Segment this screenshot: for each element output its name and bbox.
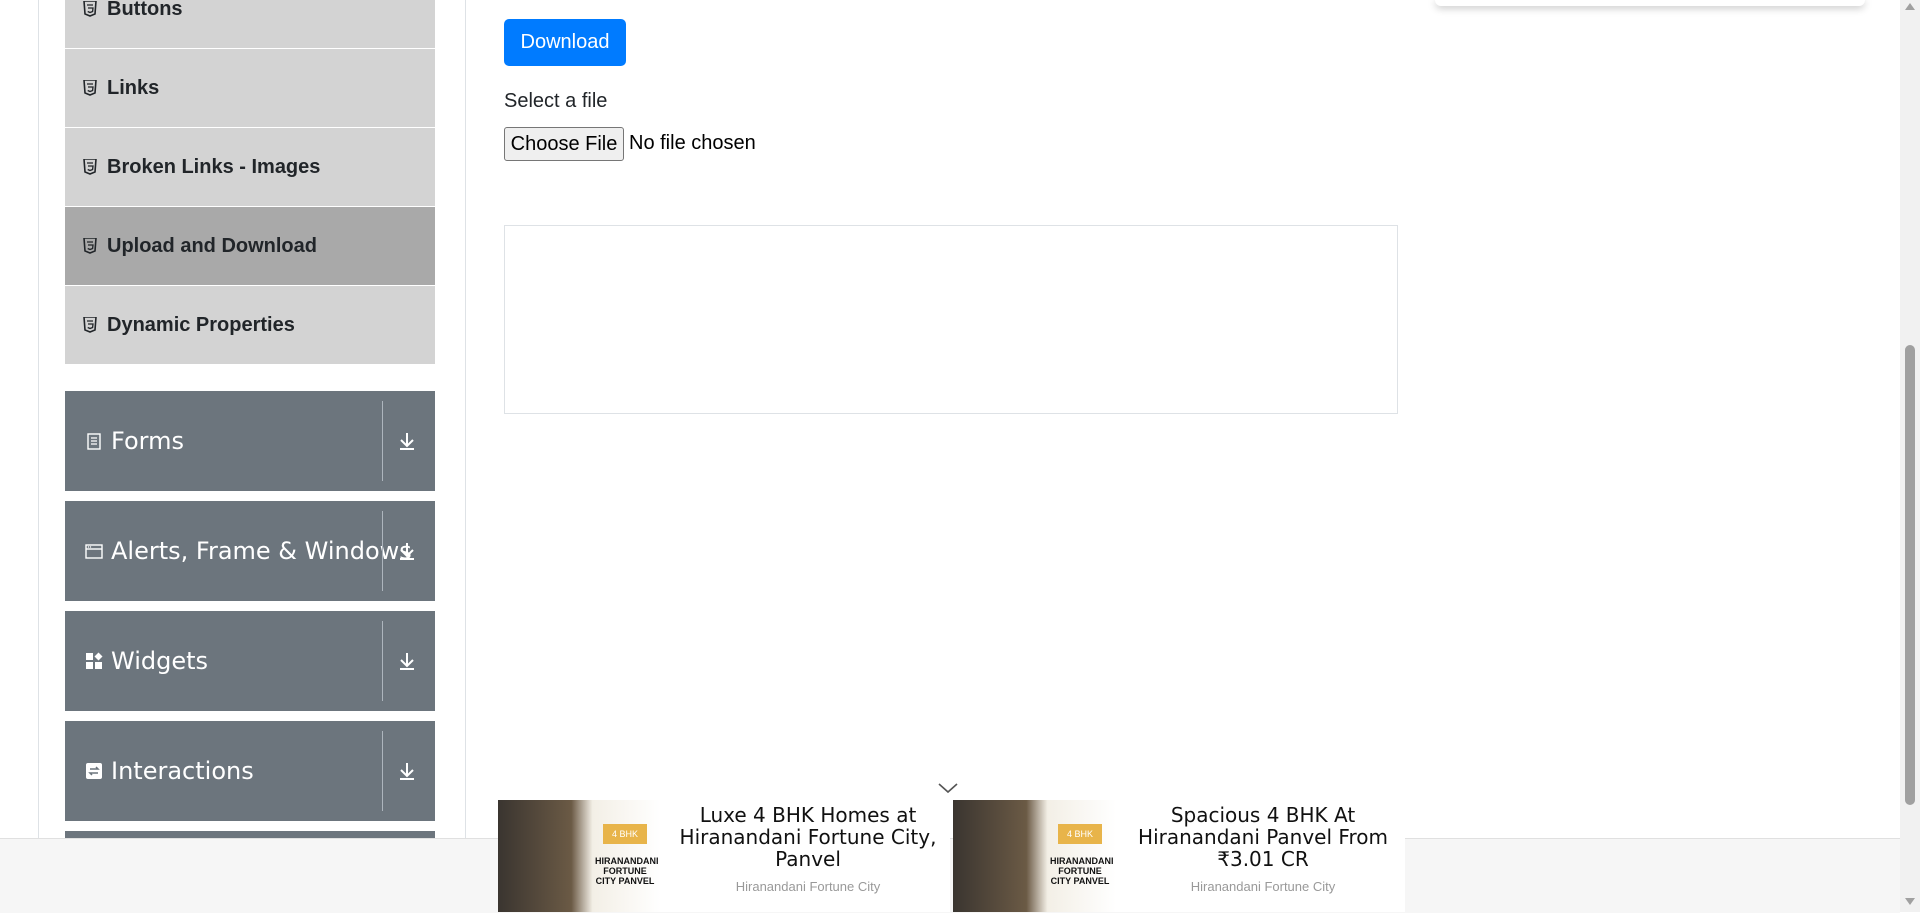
download-arrow-icon[interactable] — [395, 759, 419, 783]
interactions-icon — [86, 763, 102, 779]
file-status-text: No file chosen — [629, 132, 756, 154]
widgets-icon — [86, 652, 103, 669]
group-divider — [382, 401, 383, 481]
group-title: Widgets — [111, 647, 209, 675]
select-file-label: Select a file — [504, 90, 608, 112]
group-divider — [382, 731, 383, 811]
menu-item-dynamic-properties[interactable]: Dynamic Properties — [65, 286, 435, 365]
ad-card[interactable]: 4 BHK HIRANANDANI FORTUNE CITY PANVEL Sp… — [953, 800, 1405, 912]
choose-file-button[interactable]: Choose File — [504, 127, 624, 161]
bottom-ad-bar — [0, 838, 1900, 913]
window-icon — [85, 544, 103, 559]
ad-advertiser: Hiranandani Fortune City — [1190, 879, 1336, 894]
menu-item-label: Buttons — [107, 0, 183, 20]
sidebar-border-right — [465, 0, 466, 838]
menu-item-label: Broken Links - Images — [107, 155, 321, 178]
ad-image[interactable]: 4 BHK HIRANANDANI FORTUNE CITY PANVEL — [953, 800, 1116, 912]
ad-image-text: HIRANANDANI FORTUNE CITY PANVEL — [1050, 856, 1114, 886]
element-submenu: Buttons Links Broken Links - Images Uplo… — [65, 0, 435, 365]
download-arrow-icon[interactable] — [395, 429, 419, 453]
ad-image-text: HIRANANDANI FORTUNE CITY PANVEL — [595, 856, 659, 886]
menu-item-upload-download[interactable]: Upload and Download — [65, 207, 435, 286]
ad-badge: 4 BHK — [603, 824, 647, 844]
floating-panel-edge — [1435, 0, 1865, 6]
ad-card[interactable]: 4 BHK HIRANANDANI FORTUNE CITY PANVEL Lu… — [498, 800, 950, 912]
html5-icon — [83, 238, 97, 254]
scrollbar-thumb[interactable] — [1905, 345, 1915, 805]
scroll-up-arrow-icon[interactable] — [1905, 3, 1915, 10]
group-title: Forms — [111, 427, 184, 455]
group-widgets[interactable]: Widgets — [65, 611, 435, 711]
html5-icon — [83, 1, 97, 17]
page-scrollbar[interactable] — [1900, 0, 1920, 912]
ad-advertiser: Hiranandani Fortune City — [735, 879, 881, 894]
html5-icon — [83, 159, 97, 175]
group-forms[interactable]: Forms — [65, 391, 435, 491]
download-arrow-icon[interactable] — [395, 649, 419, 673]
menu-item-label: Dynamic Properties — [107, 313, 295, 336]
scroll-down-arrow-icon[interactable] — [1905, 898, 1915, 905]
html5-icon — [83, 80, 97, 96]
group-title: Interactions — [111, 757, 254, 785]
ad-title[interactable]: Spacious 4 BHK At Hiranandani Panvel Fro… — [1123, 804, 1403, 870]
ad-badge: 4 BHK — [1058, 824, 1102, 844]
form-icon — [87, 433, 101, 450]
chevron-down-icon[interactable] — [937, 781, 959, 795]
menu-item-broken-links[interactable]: Broken Links - Images — [65, 128, 435, 207]
download-button[interactable]: Download — [504, 19, 626, 66]
group-interactions[interactable]: Interactions — [65, 721, 435, 821]
menu-item-label: Upload and Download — [107, 234, 317, 257]
sidebar-border-left — [38, 0, 39, 838]
menu-item-label: Links — [107, 76, 160, 99]
ad-title[interactable]: Luxe 4 BHK Homes at Hiranandani Fortune … — [668, 804, 948, 870]
ad-image[interactable]: 4 BHK HIRANANDANI FORTUNE CITY PANVEL — [498, 800, 661, 912]
group-divider — [382, 511, 383, 591]
group-divider — [382, 621, 383, 701]
group-alerts-frame-windows[interactable]: Alerts, Frame & Windows — [65, 501, 435, 601]
menu-item-buttons[interactable]: Buttons — [65, 0, 435, 49]
html5-icon — [83, 317, 97, 333]
group-title: Alerts, Frame & Windows — [111, 537, 412, 565]
download-arrow-icon[interactable] — [395, 539, 419, 563]
menu-item-links[interactable]: Links — [65, 49, 435, 128]
ad-frame-placeholder — [504, 225, 1398, 414]
